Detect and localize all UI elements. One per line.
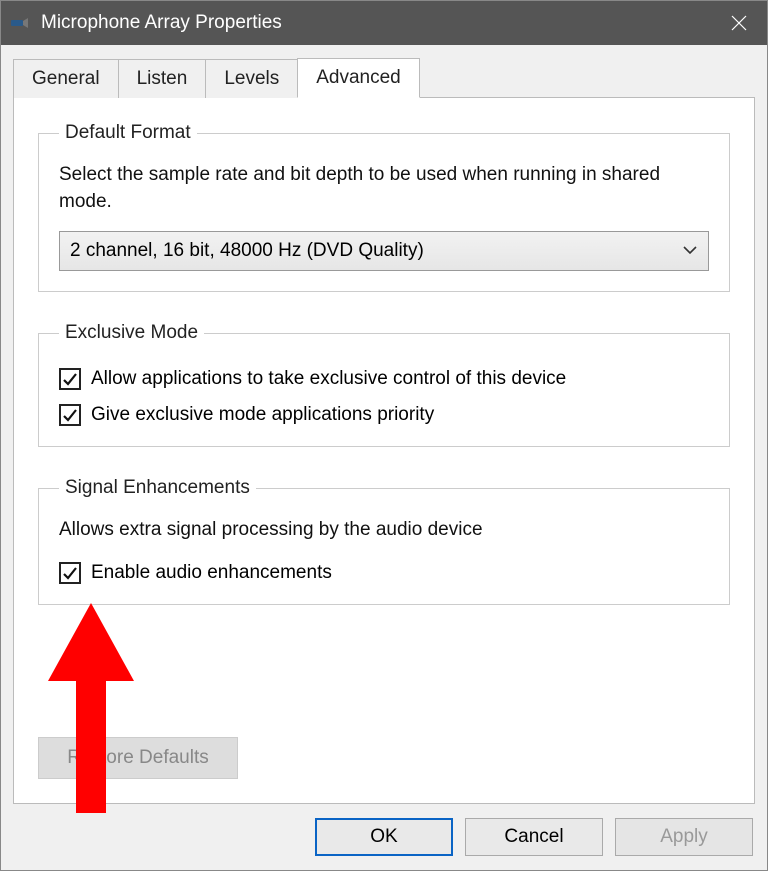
sample-rate-value: 2 channel, 16 bit, 48000 Hz (DVD Quality…	[70, 240, 424, 262]
enable-enhancements-checkbox[interactable]	[59, 562, 81, 584]
dialog-button-row: OK Cancel Apply	[1, 804, 767, 870]
tab-strip: General Listen Levels Advanced	[13, 57, 755, 97]
microphone-icon	[9, 12, 31, 34]
group-exclusive-mode: Exclusive Mode Allow applications to tak…	[38, 322, 730, 447]
titlebar: Microphone Array Properties	[1, 1, 767, 45]
close-icon	[730, 14, 748, 32]
cancel-button[interactable]: Cancel	[465, 818, 603, 856]
give-priority-row: Give exclusive mode applications priorit…	[59, 404, 709, 426]
properties-window: Microphone Array Properties General List…	[0, 0, 768, 871]
close-button[interactable]	[711, 1, 767, 45]
group-signal-enhancements-legend: Signal Enhancements	[59, 477, 256, 499]
tab-panel-advanced: Default Format Select the sample rate an…	[13, 97, 755, 804]
sample-rate-combo[interactable]: 2 channel, 16 bit, 48000 Hz (DVD Quality…	[59, 231, 709, 271]
annotation-arrow-icon	[46, 603, 136, 813]
tab-levels[interactable]: Levels	[205, 59, 298, 98]
checkmark-icon	[62, 407, 78, 423]
enable-enhancements-label[interactable]: Enable audio enhancements	[91, 562, 332, 584]
tab-general[interactable]: General	[13, 59, 119, 98]
allow-exclusive-row: Allow applications to take exclusive con…	[59, 368, 709, 390]
tab-listen[interactable]: Listen	[118, 59, 207, 98]
group-default-format-legend: Default Format	[59, 122, 197, 144]
restore-defaults-button[interactable]: Restore Defaults	[38, 737, 238, 779]
allow-exclusive-label[interactable]: Allow applications to take exclusive con…	[91, 368, 566, 390]
signal-enhancements-description: Allows extra signal processing by the au…	[59, 517, 709, 544]
ok-button[interactable]: OK	[315, 818, 453, 856]
client-area: General Listen Levels Advanced Default F…	[1, 45, 767, 804]
group-signal-enhancements: Signal Enhancements Allows extra signal …	[38, 477, 730, 605]
default-format-description: Select the sample rate and bit depth to …	[59, 162, 709, 215]
checkmark-icon	[62, 565, 78, 581]
group-exclusive-mode-legend: Exclusive Mode	[59, 322, 204, 344]
checkmark-icon	[62, 371, 78, 387]
apply-button: Apply	[615, 818, 753, 856]
group-default-format: Default Format Select the sample rate an…	[38, 122, 730, 292]
allow-exclusive-checkbox[interactable]	[59, 368, 81, 390]
give-priority-label[interactable]: Give exclusive mode applications priorit…	[91, 404, 434, 426]
give-priority-checkbox[interactable]	[59, 404, 81, 426]
window-title: Microphone Array Properties	[41, 12, 711, 34]
enable-enhancements-row: Enable audio enhancements	[59, 562, 709, 584]
tab-advanced[interactable]: Advanced	[297, 58, 420, 98]
chevron-down-icon	[682, 242, 698, 260]
